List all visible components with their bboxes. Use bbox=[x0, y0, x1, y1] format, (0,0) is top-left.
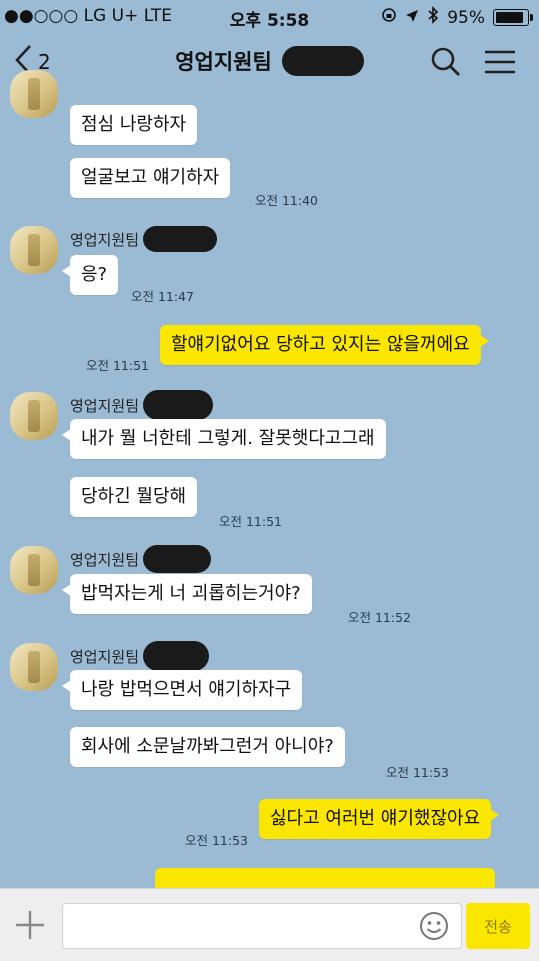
message-bubble[interactable]: 응? bbox=[61, 255, 119, 295]
message-time: 오전 11:40 bbox=[255, 193, 318, 208]
sender-name-text: 영업지원팀 bbox=[70, 550, 140, 569]
message-bubble[interactable]: 당하긴 뭘당해 bbox=[70, 477, 198, 517]
message-input[interactable] bbox=[62, 903, 462, 949]
chat-title-text: 영업지원팀 bbox=[175, 50, 272, 74]
message-bubble[interactable]: 얼굴보고 얘기하자 bbox=[70, 158, 231, 198]
sender-name: 영업지원팀 bbox=[70, 390, 214, 420]
redaction-mark bbox=[143, 545, 212, 573]
message-bubble[interactable]: 내가 뭘 너한테 그렇게. 잘못햇다고그래 bbox=[62, 419, 386, 459]
message-bubble[interactable]: 나랑 밥먹으면서 얘기하자구 bbox=[61, 670, 303, 710]
message-time: 오전 11:53 bbox=[185, 833, 248, 848]
plus-icon[interactable] bbox=[12, 907, 48, 943]
redaction-mark bbox=[143, 226, 218, 252]
avatar[interactable] bbox=[10, 546, 58, 594]
avatar[interactable] bbox=[10, 392, 58, 440]
location-icon bbox=[405, 8, 419, 28]
status-icons: 95% bbox=[381, 6, 533, 29]
avatar[interactable] bbox=[10, 226, 58, 274]
battery-percent: 95% bbox=[447, 7, 485, 28]
send-button[interactable]: 전송 bbox=[466, 903, 530, 949]
sender-name: 영업지원팀 bbox=[70, 226, 218, 252]
battery-fill bbox=[496, 12, 523, 23]
emoji-icon[interactable] bbox=[418, 910, 450, 942]
menu-icon[interactable] bbox=[482, 44, 518, 80]
message-time: 오전 11:51 bbox=[86, 358, 149, 373]
battery-icon bbox=[493, 9, 533, 26]
search-icon[interactable] bbox=[428, 44, 464, 80]
message-bubble[interactable]: 회사에 소문날까봐그런거 아니야? bbox=[70, 727, 345, 767]
message-time: 오전 11:51 bbox=[219, 514, 282, 529]
sender-name: 영업지원팀 bbox=[70, 545, 212, 573]
avatar[interactable] bbox=[10, 70, 58, 118]
message-input-bar: 전송 bbox=[0, 888, 539, 961]
avatar[interactable] bbox=[10, 643, 58, 691]
message-bubble[interactable]: 밥먹자는게 너 괴롭히는거야? bbox=[62, 574, 312, 614]
bluetooth-icon bbox=[427, 6, 439, 29]
redaction-mark bbox=[143, 641, 210, 671]
message-time: 오전 11:52 bbox=[348, 610, 411, 625]
redaction-mark bbox=[143, 390, 214, 420]
message-time: 오전 11:47 bbox=[131, 289, 194, 304]
sender-name: 영업지원팀 bbox=[70, 641, 210, 671]
status-bar: ●●○○○ LG U+ LTE 오후 5:58 95% bbox=[0, 0, 539, 34]
chat-header: 2 영업지원팀 bbox=[0, 34, 539, 90]
lock-rotation-icon bbox=[381, 7, 397, 28]
sender-name-text: 영업지원팀 bbox=[70, 230, 140, 249]
sender-name-text: 영업지원팀 bbox=[70, 647, 140, 666]
message-bubble[interactable]: 점심 나랑하자 bbox=[70, 105, 198, 145]
message-time: 오전 11:53 bbox=[386, 765, 449, 780]
my-message-bubble[interactable]: 할얘기없어요 당하고 있지는 않을꺼에요 bbox=[160, 325, 489, 365]
redaction-mark bbox=[281, 46, 364, 76]
sender-name-text: 영업지원팀 bbox=[70, 396, 140, 415]
my-message-bubble[interactable]: 싫다고 여러번 얘기했잖아요 bbox=[259, 799, 500, 839]
